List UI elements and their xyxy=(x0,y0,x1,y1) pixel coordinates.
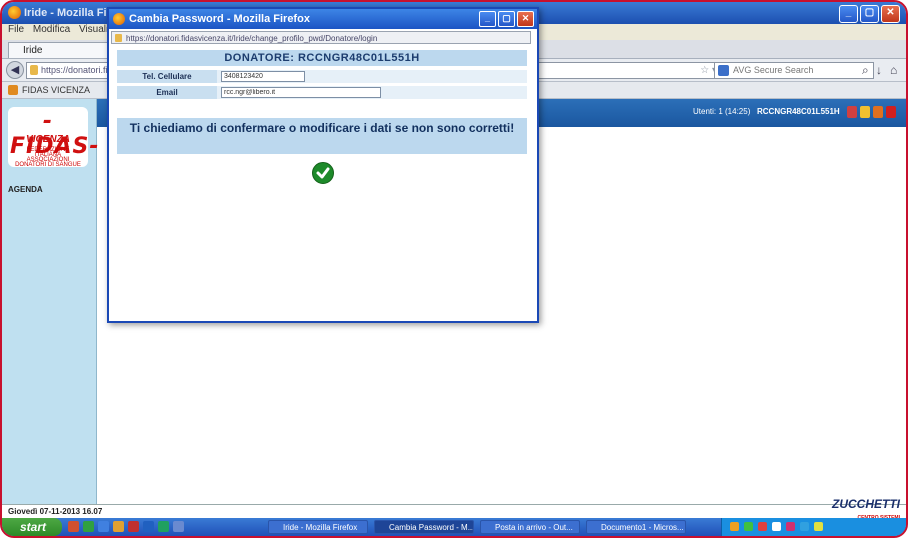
calendar-icon[interactable] xyxy=(847,106,857,118)
tray-icon-1[interactable] xyxy=(730,522,739,531)
phone-label: Tel. Cellulare xyxy=(117,70,217,83)
quicklaunch-excel-icon[interactable] xyxy=(158,521,169,532)
download-icon[interactable]: ↓ xyxy=(876,63,882,77)
popup-content: DONATORE: RCCNGR48C01L551H Tel. Cellular… xyxy=(117,50,527,310)
quicklaunch-folder-icon[interactable] xyxy=(113,521,124,532)
menu-edit[interactable]: Modifica xyxy=(33,24,70,35)
logo-small-text: FEDERAZIONE ITALIANA ASSOCIAZIONI DONATO… xyxy=(15,147,81,168)
help-icon[interactable] xyxy=(860,106,870,118)
email-label: Email xyxy=(117,86,217,99)
status-bar: Giovedì 07-11-2013 16.07 ZUCCHETTI CENTR… xyxy=(2,497,906,521)
tray-icon-2[interactable] xyxy=(744,522,753,531)
search-icon[interactable]: ⌕ xyxy=(862,63,869,78)
left-sidebar: -FIDAS- VICENZA FEDERAZIONE ITALIANA ASS… xyxy=(2,99,98,504)
firefox-icon xyxy=(113,13,125,25)
fidas-logo: -FIDAS- VICENZA FEDERAZIONE ITALIANA ASS… xyxy=(8,107,98,168)
menu-file[interactable]: File xyxy=(8,24,24,35)
quick-launch xyxy=(68,521,184,532)
confirm-check-icon[interactable] xyxy=(312,162,334,184)
maximize-button[interactable]: ▢ xyxy=(860,5,879,23)
phone-field[interactable] xyxy=(221,71,305,82)
popup-maximize-button[interactable]: ▢ xyxy=(498,11,515,27)
lock-icon xyxy=(30,65,38,75)
quicklaunch-pdf-icon[interactable] xyxy=(128,521,139,532)
bookmark-fidas[interactable]: FIDAS VICENZA xyxy=(8,82,90,98)
status-date: Giovedì 07-11-2013 16.07 xyxy=(8,507,103,516)
quicklaunch-ie-icon[interactable] xyxy=(98,521,109,532)
tray-icon-4[interactable] xyxy=(772,522,781,531)
quicklaunch-word-icon[interactable] xyxy=(143,521,154,532)
sidebar-item-agenda[interactable]: AGENDA xyxy=(8,185,43,194)
popup-minimize-button[interactable]: _ xyxy=(479,11,496,27)
confirm-message: Ti chiediamo di confermare o modificare … xyxy=(117,118,527,154)
exit-icon[interactable] xyxy=(886,106,896,118)
quicklaunch-firefox-icon[interactable] xyxy=(68,521,79,532)
home-icon[interactable]: ⌂ xyxy=(890,63,897,77)
task-cambia-password[interactable]: Cambia Password - M... xyxy=(374,520,474,534)
popup-url-bar: https://donatori.fidasvicenza.it/Iride/c… xyxy=(111,31,531,44)
firefox-icon xyxy=(8,6,21,19)
minimize-button[interactable]: _ xyxy=(839,5,858,23)
task-iride[interactable]: Iride - Mozilla Firefox xyxy=(268,520,368,534)
tray-icon-6[interactable] xyxy=(800,522,809,531)
settings-icon[interactable] xyxy=(873,106,883,118)
screen: Iride - Mozilla Firefox _ ▢ ✕ File Modif… xyxy=(0,0,908,538)
back-icon[interactable]: ◀ xyxy=(6,61,24,79)
quicklaunch-app-icon[interactable] xyxy=(83,521,94,532)
donor-header: DONATORE: RCCNGR48C01L551H xyxy=(117,50,527,66)
popup-title: Cambia Password - Mozilla Firefox xyxy=(129,13,310,25)
search-engine-icon xyxy=(718,65,729,76)
change-password-window: Cambia Password - Mozilla Firefox _ ▢ ✕ … xyxy=(107,7,539,323)
close-button[interactable]: ✕ xyxy=(881,5,900,23)
start-button[interactable]: start xyxy=(2,518,62,536)
lock-icon xyxy=(115,34,122,42)
search-placeholder: AVG Secure Search xyxy=(733,65,814,75)
tray-icon-7[interactable] xyxy=(814,522,823,531)
zucchetti-logo: ZUCCHETTI xyxy=(832,497,900,511)
windows-taskbar: start Iride - Mozilla Firefox Cambia Pas… xyxy=(2,518,906,536)
field-row-email: Email xyxy=(117,86,527,99)
popup-close-button[interactable]: ✕ xyxy=(517,11,534,27)
search-input[interactable]: AVG Secure Search xyxy=(714,62,874,79)
task-outlook[interactable]: Posta in arrivo - Out... xyxy=(480,520,580,534)
tray-icon-3[interactable] xyxy=(758,522,767,531)
task-word[interactable]: Documento1 - Micros... xyxy=(586,520,686,534)
system-tray xyxy=(721,518,906,536)
tray-icon-5[interactable] xyxy=(786,522,795,531)
popup-url-text: https://donatori.fidasvicenza.it/Iride/c… xyxy=(126,34,378,43)
user-status: Utenti: 1 (14:25) xyxy=(693,107,751,116)
logo-subtitle: VICENZA xyxy=(26,134,70,145)
popup-title-bar: Cambia Password - Mozilla Firefox _ ▢ ✕ xyxy=(109,9,537,29)
quicklaunch-outlook-icon[interactable] xyxy=(173,521,184,532)
field-row-phone: Tel. Cellulare xyxy=(117,70,527,83)
user-name: RCCNGR48C01L551H xyxy=(757,107,840,116)
email-field[interactable] xyxy=(221,87,381,98)
